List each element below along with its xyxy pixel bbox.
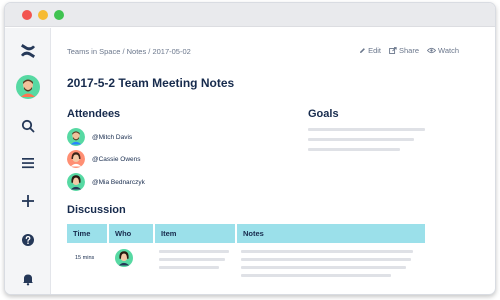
row-time: 15 mins — [75, 255, 95, 261]
notifications-icon[interactable] — [13, 264, 43, 294]
help-icon[interactable] — [13, 225, 43, 255]
confluence-logo-icon[interactable] — [13, 36, 43, 66]
item-text-placeholder — [159, 266, 219, 269]
attendees-heading: Attendees — [67, 108, 121, 120]
maximize-window-button[interactable] — [54, 10, 64, 20]
sidebar — [5, 28, 51, 294]
app-window: Teams in Space / Notes / 2017-05-02 Edit… — [4, 2, 496, 295]
item-text-placeholder — [159, 258, 225, 261]
attendee-name: @Mitch Davis — [92, 133, 133, 141]
create-icon[interactable] — [13, 186, 43, 216]
watch-label: Watch — [438, 46, 459, 55]
window-titlebar — [5, 3, 495, 27]
avatar[interactable] — [13, 72, 43, 102]
attendee-item[interactable]: @Mia Bednarczyk — [67, 173, 145, 191]
table-row[interactable]: 15 mins — [67, 243, 427, 283]
avatar — [115, 249, 133, 267]
breadcrumb[interactable]: Teams in Space / Notes / 2017-05-02 — [67, 47, 191, 56]
notes-text-placeholder — [241, 266, 406, 269]
search-icon[interactable] — [13, 111, 43, 141]
discussion-table: Time Who Item Notes 15 mins — [67, 224, 427, 283]
share-icon — [389, 47, 397, 54]
attendee-item[interactable]: @Mitch Davis — [67, 128, 132, 146]
goal-text-placeholder — [308, 148, 400, 151]
column-header-time: Time — [67, 224, 107, 243]
discussion-heading: Discussion — [67, 204, 126, 216]
close-window-button[interactable] — [22, 10, 32, 20]
pencil-icon — [360, 48, 365, 53]
column-header-item: Item — [155, 224, 235, 243]
avatar — [67, 173, 85, 191]
share-label: Share — [399, 46, 420, 55]
share-button[interactable]: Share — [389, 46, 419, 55]
goal-text-placeholder — [308, 128, 425, 131]
page-title: 2017-5-2 Team Meeting Notes — [67, 76, 235, 90]
attendee-name: @Cassie Owens — [92, 155, 141, 163]
goal-text-placeholder — [308, 138, 414, 141]
item-text-placeholder — [159, 250, 229, 253]
menu-icon[interactable] — [13, 148, 43, 178]
watch-button[interactable]: Watch — [427, 46, 459, 55]
avatar — [67, 150, 85, 168]
main-content: Teams in Space / Notes / 2017-05-02 Edit… — [52, 28, 495, 294]
column-header-notes: Notes — [237, 224, 425, 243]
page-actions: Edit Share Watch — [359, 46, 459, 55]
notes-text-placeholder — [241, 258, 411, 261]
eye-icon — [427, 47, 437, 54]
table-header: Time Who Item Notes — [67, 224, 427, 243]
minimize-window-button[interactable] — [38, 10, 48, 20]
notes-text-placeholder — [241, 250, 413, 253]
attendee-item[interactable]: @Cassie Owens — [67, 150, 141, 168]
edit-button[interactable]: Edit — [359, 46, 381, 55]
goals-heading: Goals — [308, 108, 339, 120]
avatar — [67, 128, 85, 146]
attendee-name: @Mia Bednarczyk — [92, 178, 145, 186]
column-header-who: Who — [109, 224, 153, 243]
notes-text-placeholder — [241, 274, 391, 277]
edit-label: Edit — [368, 46, 381, 55]
